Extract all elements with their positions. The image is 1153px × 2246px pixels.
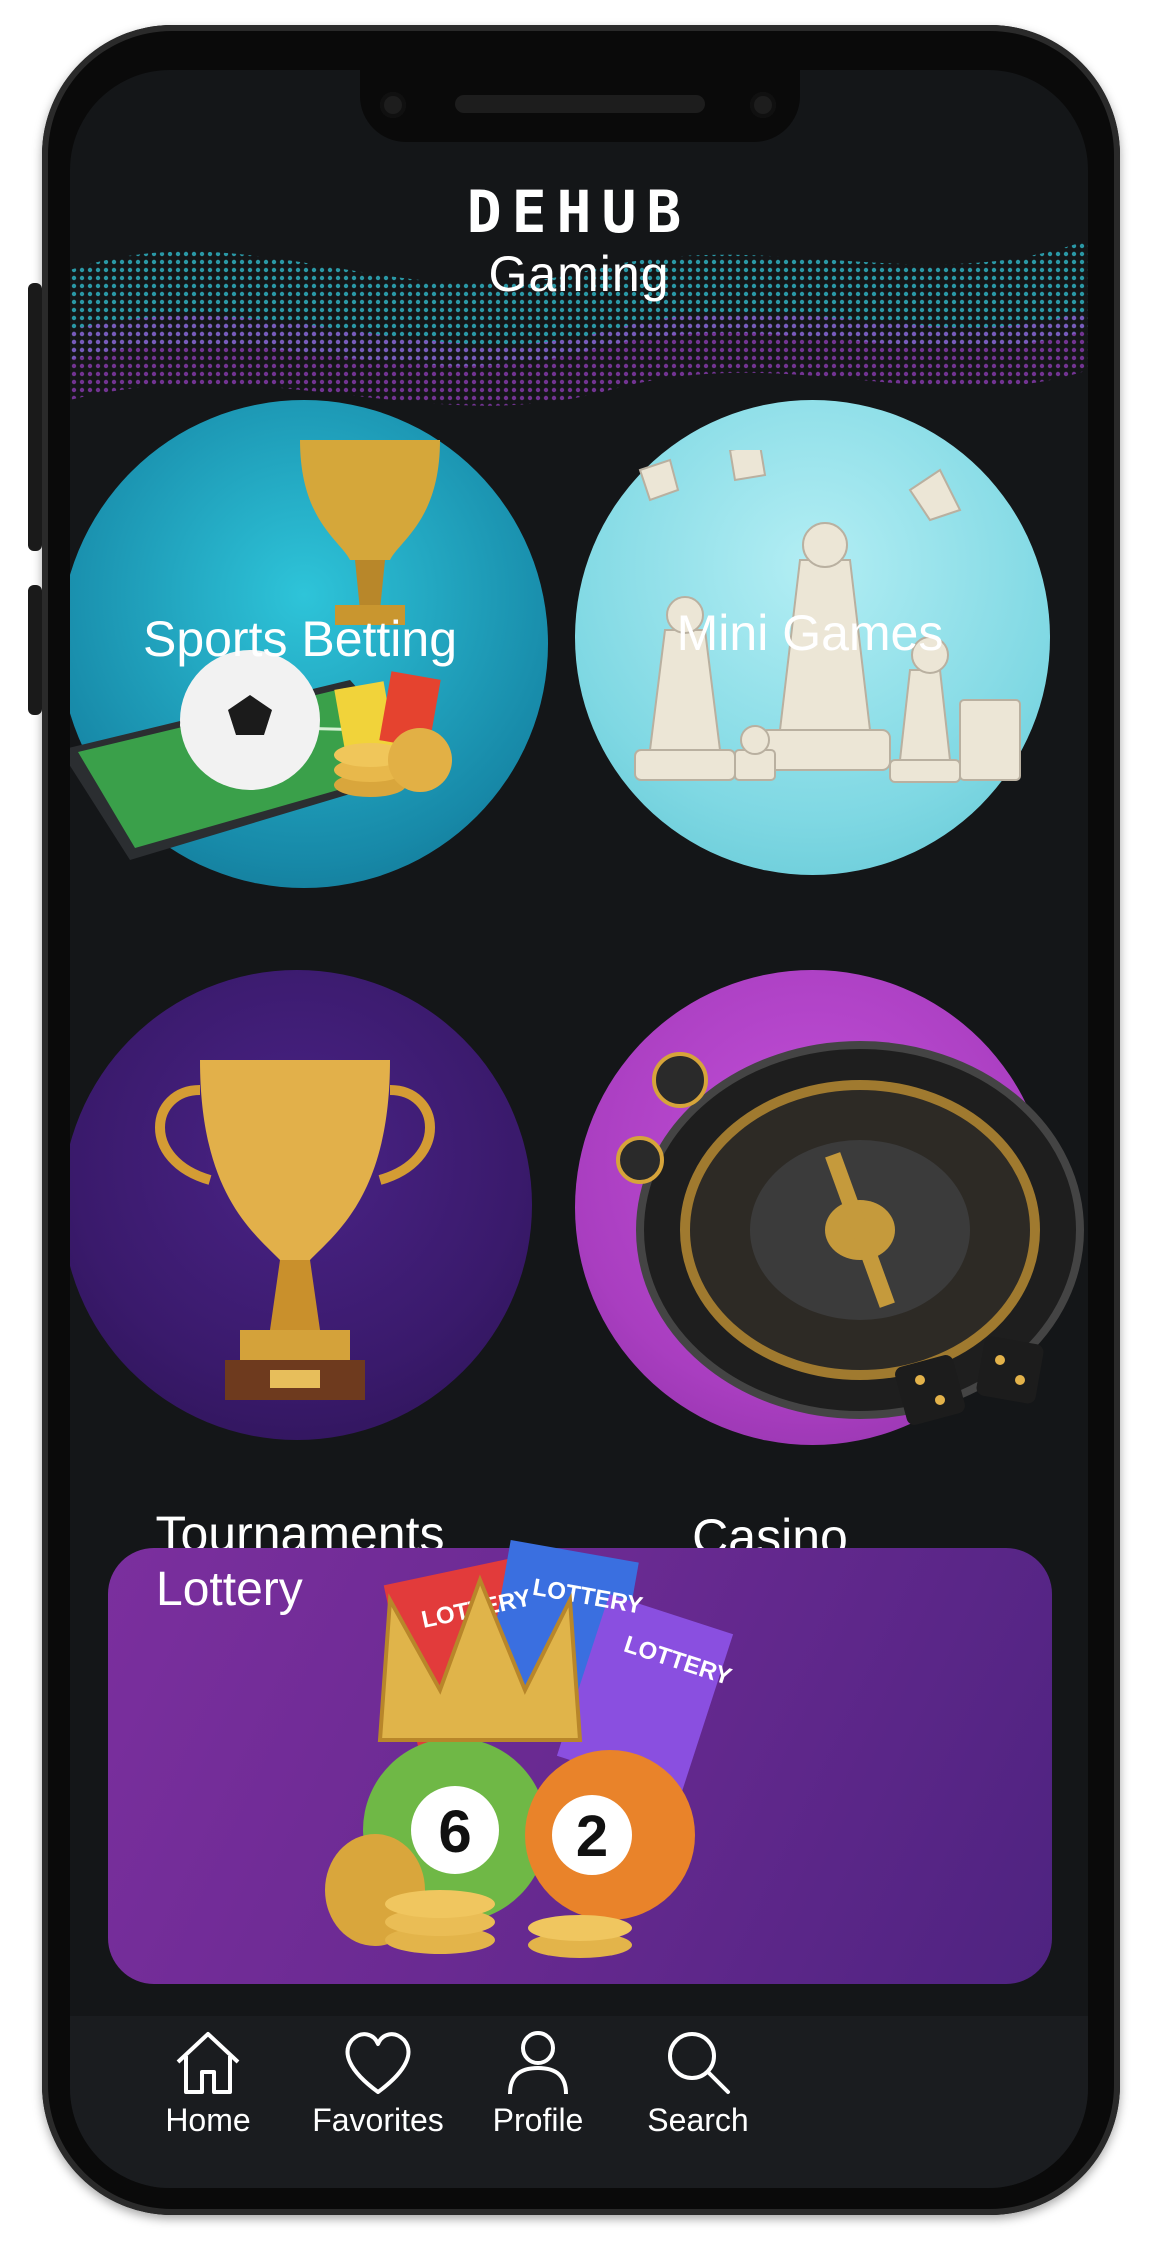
nav-favorites-label: Favorites — [312, 2102, 444, 2138]
tile-label-lottery: Lottery — [156, 1563, 303, 1616]
heart-icon — [345, 2032, 411, 2094]
lottery-ball-2: 2 — [576, 1804, 608, 1869]
nav-favorites[interactable]: Favorites — [298, 2022, 458, 2139]
nav-profile-label: Profile — [492, 2102, 584, 2138]
search-icon — [668, 2032, 730, 2094]
trophy-illustration — [155, 1060, 435, 1400]
volume-down-button — [28, 585, 42, 715]
lottery-ball-6: 6 — [438, 1798, 471, 1865]
home-icon — [176, 2032, 240, 2094]
nav-search[interactable]: Search — [618, 2022, 778, 2139]
sensor-icon — [750, 92, 776, 118]
speaker-grille — [455, 95, 705, 113]
app-screen: DEHUB Gaming Sports Betting Mini Games T… — [70, 70, 1088, 2188]
brand-subtitle: Gaming — [488, 246, 670, 302]
user-icon — [508, 2031, 568, 2095]
brand-header: DEHUB Gaming — [70, 180, 1088, 304]
notch — [360, 70, 800, 142]
nav-search-label: Search — [647, 2102, 749, 2138]
camera-icon — [380, 92, 406, 118]
tile-label-mini-games: Mini Games — [676, 605, 944, 661]
nav-profile[interactable]: Profile — [458, 2022, 618, 2139]
nav-home-label: Home — [165, 2102, 251, 2138]
volume-up-button — [28, 283, 42, 551]
tile-label-sports-betting: Sports Betting — [142, 611, 458, 667]
roulette-illustration — [616, 1041, 1084, 1425]
nav-home[interactable]: Home — [128, 2022, 288, 2139]
brand-logo: DEHUB — [466, 178, 692, 246]
lottery-illustration: LOTTERY LOTTERY LOTTERY 6 2 — [325, 1540, 735, 1958]
bottom-nav-bar: Home Favorites Profile Search — [70, 2016, 1088, 2188]
